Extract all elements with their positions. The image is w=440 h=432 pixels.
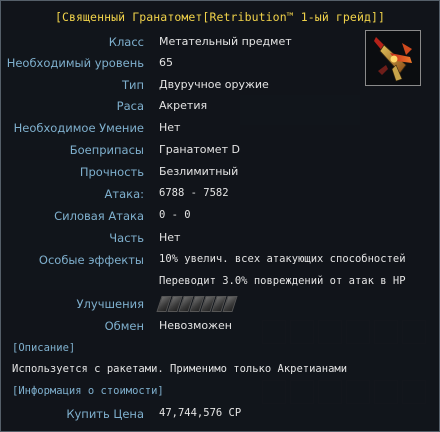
- description-header: [Описание]: [12, 342, 76, 354]
- price-header: [Информация о стоимости]: [12, 385, 164, 397]
- stat-value: Безлимитный: [159, 165, 239, 178]
- stat-value: Метательный предмет: [159, 35, 292, 48]
- stat-label: Необходимое Умение: [13, 121, 144, 135]
- stat-value: Акретия: [159, 99, 208, 112]
- stat-label: Силовая Атака: [54, 209, 144, 223]
- description-text: Используется с ракетами. Применимо тольк…: [12, 363, 348, 375]
- stat-value: 6788 - 7582: [159, 187, 229, 199]
- stat-value: 0 - 0: [159, 209, 191, 221]
- stat-value: 65: [159, 56, 173, 69]
- stat-row-ammo: Боеприпасы Гранатомет D: [1, 143, 440, 161]
- stat-value: Нет: [159, 121, 181, 134]
- stat-row-force-attack: Силовая Атака 0 - 0: [1, 209, 440, 227]
- price-value: 47,744,576 CP: [159, 407, 242, 419]
- special-effect: Переводит 3.0% повреждений от атак в HP: [159, 275, 406, 287]
- price-label: Купить Цена: [66, 407, 144, 421]
- stat-label: Прочность: [79, 165, 144, 179]
- item-title: [Священный Гранатомет[Retribution™ 1-ый …: [54, 10, 386, 24]
- stat-row-part: Часть Нет: [1, 231, 440, 249]
- stat-row-durability: Прочность Безлимитный: [1, 165, 440, 183]
- stat-row-class: Класс Метательный предмет: [1, 35, 440, 53]
- upgrade-slots: [156, 296, 238, 312]
- stat-label: Часть: [109, 231, 144, 245]
- stat-label: Тип: [121, 78, 144, 92]
- stat-value: Нет: [159, 231, 181, 244]
- trade-value: Невозможен: [159, 319, 232, 332]
- trade-row: Обмен Невозможен: [1, 319, 440, 337]
- stat-label: Боеприпасы: [69, 143, 144, 157]
- price-row: Купить Цена 47,744,576 CP: [1, 407, 440, 425]
- special-effects-label: Особые эффекты: [38, 253, 144, 267]
- stat-row-required-level: Необходимый уровень 65: [1, 56, 440, 74]
- stat-label: Необходимый уровень: [6, 56, 144, 70]
- stat-label: Атака:: [104, 187, 144, 201]
- stat-row-type: Тип Двуручное оружие: [1, 78, 440, 96]
- stat-value: Гранатомет D: [159, 143, 240, 156]
- special-effects-row-2: Переводит 3.0% повреждений от атак в HP: [1, 275, 440, 293]
- special-effects-row: Особые эффекты 10% увелич. всех атакующи…: [1, 253, 440, 271]
- upgrade-label: Улучшения: [76, 297, 144, 311]
- stat-row-required-skill: Необходимое Умение Нет: [1, 121, 440, 139]
- item-tooltip: [Священный Гранатомет[Retribution™ 1-ый …: [0, 0, 440, 432]
- stat-label: Класс: [108, 35, 144, 49]
- stat-row-attack: Атака: 6788 - 7582: [1, 187, 440, 205]
- special-effect: 10% увелич. всех атакующих способностей: [159, 253, 406, 265]
- stat-value: Двуручное оружие: [159, 78, 269, 91]
- stat-label: Раса: [116, 99, 144, 113]
- trade-label: Обмен: [104, 319, 144, 333]
- stat-row-race: Раса Акретия: [1, 99, 440, 117]
